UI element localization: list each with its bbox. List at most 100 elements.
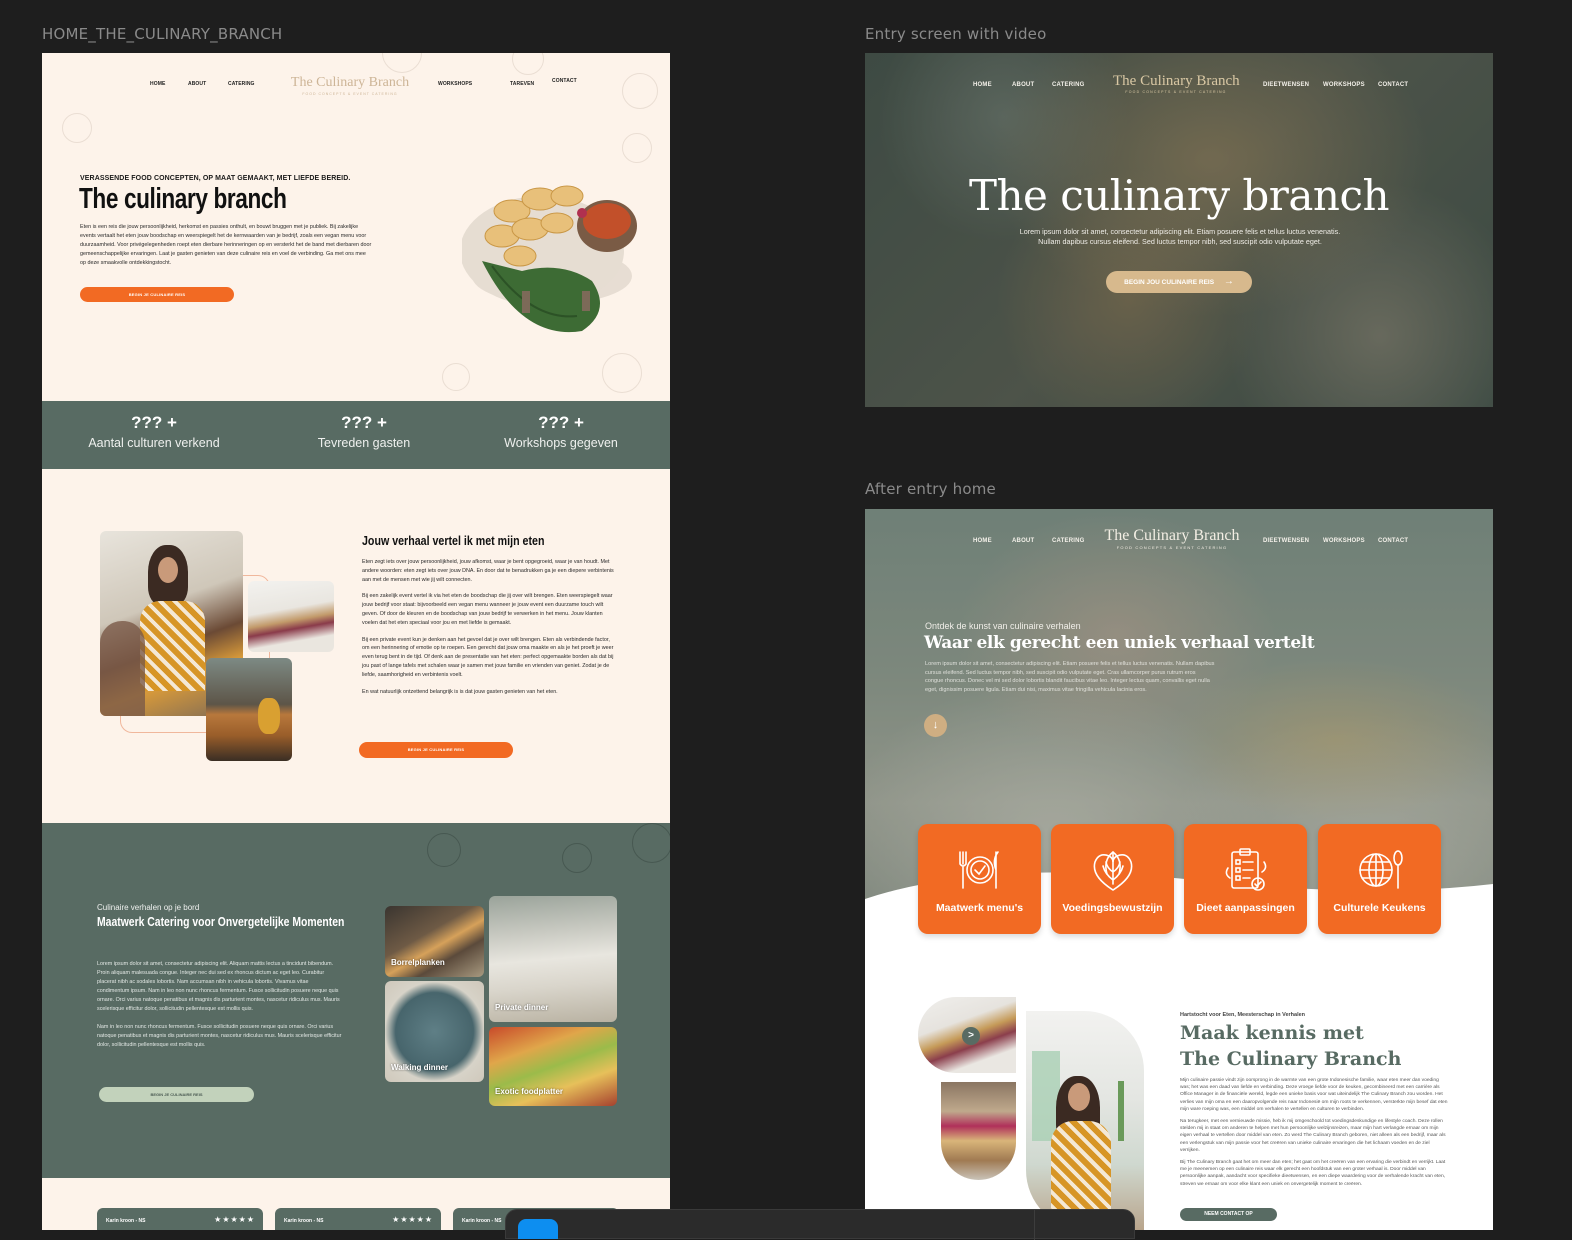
catering-kicker: Culinaire verhalen op je bord xyxy=(97,903,200,912)
after-entry-frame: HOME ABOUT CATERING The Culinary Branch … xyxy=(865,509,1493,1230)
stats-band: ??? + Aantal culturen verkend ??? + Tevr… xyxy=(42,401,670,469)
entry-frame: HOME ABOUT CATERING The Culinary Branch … xyxy=(865,53,1493,407)
about-kicker: Hartstocht voor Eten, Meesterschap in Ve… xyxy=(1180,1012,1306,1018)
nav-dieetwensen[interactable]: DIEETWENSEN xyxy=(1263,538,1309,544)
logo-title: The Culinary Branch xyxy=(290,75,410,90)
tile-borrelplanken[interactable]: Borrelplanken xyxy=(385,906,484,977)
decor-sketch xyxy=(427,833,461,867)
about-paragraph: Bij The Culinary Branch gaat het om meer… xyxy=(1180,1160,1446,1187)
stat-value: ??? + xyxy=(341,413,387,432)
stat-value: ??? + xyxy=(131,413,177,432)
decor-sketch xyxy=(442,363,470,391)
service-card-maatwerk[interactable]: Maatwerk menu's xyxy=(918,824,1041,934)
logo-subtitle: FOOD CONCEPTS & EVENT CATERING xyxy=(302,92,398,96)
logo-title: The Culinary Branch xyxy=(1113,73,1240,89)
nav-dieetwensen[interactable]: DIEETWENSEN xyxy=(1263,82,1309,88)
logo[interactable]: The Culinary Branch FOOD CONCEPTS & EVEN… xyxy=(1097,527,1247,550)
nav-home[interactable]: HOME xyxy=(973,538,992,544)
decor-sketch xyxy=(562,843,592,873)
catering-title: Maatwerk Catering voor Onvergetelijke Mo… xyxy=(97,914,345,929)
story-title: Jouw verhaal vertel ik met mijn eten xyxy=(362,533,545,548)
nav-catering[interactable]: CATERING xyxy=(1052,538,1085,544)
empanada-platter-image xyxy=(462,185,637,333)
tile-exotic-foodplatter[interactable]: Exotic foodplatter xyxy=(489,1027,617,1106)
about-paragraph: Na terugkeer, met een vernieuwde missie,… xyxy=(1180,1119,1446,1153)
service-card-dieet[interactable]: Dieet aanpassingen xyxy=(1184,824,1307,934)
nav-contact[interactable]: CONTACT xyxy=(1378,82,1408,88)
scroll-down-button[interactable]: ↓ xyxy=(924,714,947,737)
catering-body: Lorem ipsum dolor sit amet, consectetur … xyxy=(97,960,342,1059)
nav-about[interactable]: ABOUT xyxy=(188,81,206,87)
about-body: Mijn culinaire passie vindt zijn oorspro… xyxy=(1180,1077,1448,1193)
logo[interactable]: The Culinary Branch FOOD CONCEPTS & EVEN… xyxy=(1113,73,1240,94)
toolbar-primary-button[interactable] xyxy=(518,1219,558,1239)
hero-title: The culinary branch xyxy=(79,183,287,215)
about-title: Maak kennis met The Culinary Branch xyxy=(1180,1020,1401,1072)
service-card-culturele[interactable]: Culturele Keukens xyxy=(1318,824,1441,934)
platter-photo xyxy=(248,581,334,652)
tile-caption: Borrelplanken xyxy=(391,958,445,967)
hero-cta-button[interactable]: BEGIN JE CULINAIRE REIS xyxy=(80,287,234,302)
decor-sketch xyxy=(632,823,670,863)
toolbar-divider xyxy=(1034,1210,1035,1240)
nav-catering[interactable]: CATERING xyxy=(228,81,255,87)
decor-sketch xyxy=(382,53,422,73)
nav-home[interactable]: HOME xyxy=(150,81,165,87)
logo-subtitle: FOOD CONCEPTS & EVENT CATERING xyxy=(1116,545,1228,550)
decor-sketch xyxy=(512,53,544,75)
stat-label: Tevreden gasten xyxy=(317,436,411,450)
nav-home[interactable]: HOME xyxy=(973,82,992,88)
globe-spoon-icon xyxy=(1359,850,1403,889)
entry-body: Lorem ipsum dolor sit amet, consectetur … xyxy=(1019,227,1341,246)
story-cta-button[interactable]: BEGIN JE CULINAIRE REIS xyxy=(359,742,513,758)
frame-label-home[interactable]: HOME_THE_CULINARY_BRANCH xyxy=(42,25,282,43)
nav-workshops[interactable]: WORKSHOPS xyxy=(438,81,472,87)
nav-about[interactable]: ABOUT xyxy=(1012,82,1034,88)
review-author: Karin kroon - NS xyxy=(284,1218,324,1224)
tile-walking-dinner[interactable]: Walking dinner xyxy=(385,981,484,1082)
stat-label: Aantal culturen verkend xyxy=(88,436,220,450)
stat-cultures: ??? + Aantal culturen verkend xyxy=(54,413,254,450)
after-body: Lorem ipsum dolor sit amet, consectetur … xyxy=(925,661,1215,693)
frame-label-entry[interactable]: Entry screen with video xyxy=(865,25,1046,43)
carousel-next-button[interactable]: > xyxy=(962,1027,980,1045)
contact-button[interactable]: NEEM CONTACT OP xyxy=(1180,1208,1277,1221)
nav-about[interactable]: ABOUT xyxy=(1012,538,1034,544)
after-title: Waar elk gerecht een uniek verhaal verte… xyxy=(924,633,1315,653)
nav-tareven[interactable]: TAREVEN xyxy=(510,81,534,87)
service-label: Maatwerk menu's xyxy=(935,902,1024,914)
platter-image: > xyxy=(918,997,1016,1073)
nav-catering[interactable]: CATERING xyxy=(1052,82,1085,88)
catering-paragraph: Lorem ipsum dolor sit amet, consectetur … xyxy=(97,961,340,1012)
hero-body: Eten is een reis die jouw persoonlijkhei… xyxy=(80,224,372,266)
stat-value: ??? + xyxy=(538,413,584,432)
home-nav: HOME ABOUT CATERING The Culinary Branch … xyxy=(42,75,670,105)
story-paragraph: Eten zegt iets over jouw persoonlijkheid… xyxy=(362,559,614,583)
cta-label: BEGIN JOU CULINAIRE REIS xyxy=(1124,279,1215,286)
service-label: Culturele Keukens xyxy=(1333,902,1426,914)
arrow-right-icon: → xyxy=(1223,276,1234,287)
nav-contact[interactable]: CONTACT xyxy=(1378,538,1408,544)
service-label: Dieet aanpassingen xyxy=(1196,902,1295,914)
plate-cutlery-icon xyxy=(959,851,999,889)
logo-subtitle: FOOD CONCEPTS & EVENT CATERING xyxy=(1125,90,1227,94)
frame-label-after[interactable]: After entry home xyxy=(865,480,996,498)
logo[interactable]: The Culinary Branch FOOD CONCEPTS & EVEN… xyxy=(290,75,410,96)
service-label: Voedingsbewustzijn xyxy=(1062,902,1163,914)
about-paragraph: Mijn culinaire passie vindt zijn oorspro… xyxy=(1180,1078,1448,1112)
entry-title: The culinary branch xyxy=(968,171,1390,220)
bottom-toolbar xyxy=(505,1209,1135,1240)
catering-cta-button[interactable]: BEGIN JE CULINAIRE REIS xyxy=(99,1087,254,1102)
hero-kicker: VERASSENDE FOOD CONCEPTEN, OP MAAT GEMAA… xyxy=(80,175,351,182)
about-title-line1: Maak kennis met xyxy=(1180,1022,1364,1044)
service-card-voeding[interactable]: Voedingsbewustzijn xyxy=(1051,824,1174,934)
nav-workshops[interactable]: WORKSHOPS xyxy=(1323,82,1365,88)
home-frame: HOME ABOUT CATERING The Culinary Branch … xyxy=(42,53,670,1230)
entry-cta-button[interactable]: BEGIN JOU CULINAIRE REIS → xyxy=(1106,271,1252,293)
chef-portrait xyxy=(1026,1011,1144,1230)
tile-private-dinner[interactable]: Private dinner xyxy=(489,896,617,1022)
catering-paragraph: Nam in leo non nunc rhoncus fermentum. F… xyxy=(97,1024,342,1048)
nav-workshops[interactable]: WORKSHOPS xyxy=(1323,538,1365,544)
review-stars: ★★★★★ xyxy=(392,1215,433,1224)
nav-contact[interactable]: CONTACT xyxy=(552,78,577,84)
